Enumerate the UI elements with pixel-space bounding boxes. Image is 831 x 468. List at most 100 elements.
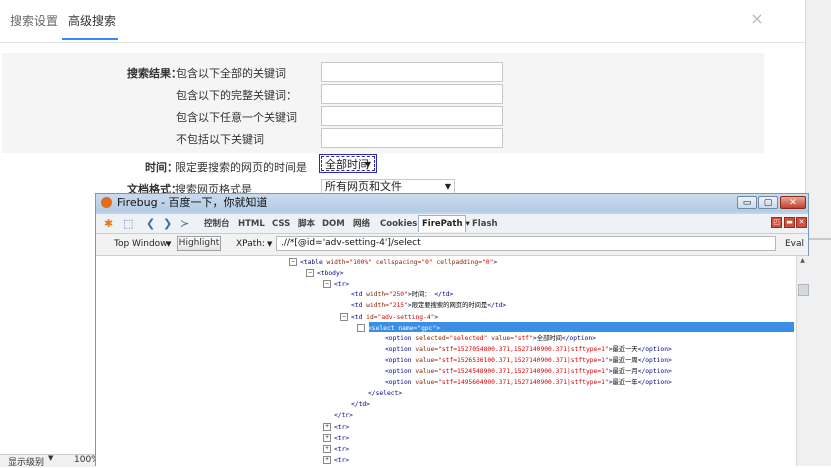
source-line[interactable]: + <tr> (323, 445, 349, 454)
source-token: <tr (334, 457, 346, 464)
minimize-button[interactable]: ▭ (737, 196, 757, 209)
source-line[interactable]: − <table width="100%" cellspacing="0" cel… (289, 258, 497, 267)
source-token: > (398, 390, 403, 397)
tab-net[interactable]: 网络 (353, 218, 370, 230)
source-token: width= (322, 259, 350, 266)
source-line[interactable]: + <tr> (323, 456, 349, 465)
source-token: > (345, 424, 350, 431)
tab-html[interactable]: HTML (238, 218, 265, 230)
chevron-down-icon: ▼ (444, 182, 451, 191)
source-line[interactable]: − <select name="gpc"> (357, 324, 440, 333)
source-token: "stf=1527054800.371,1527140900.371|stfty… (438, 346, 609, 353)
source-token: value= (411, 368, 439, 375)
close-icon[interactable]: × (749, 11, 765, 27)
source-line[interactable]: <option value="stf=1524548900.371,152714… (374, 368, 672, 377)
source-line[interactable]: <option value="stf=1495604900.371,152714… (374, 379, 672, 388)
source-line[interactable]: <option value="stf=1527054800.371,152714… (374, 346, 672, 355)
source-line[interactable]: </td> (340, 401, 370, 410)
tab-search-settings[interactable]: 搜索设置 (10, 10, 58, 40)
exclude-keywords-label: 不包括以下关键词 (176, 133, 264, 146)
eval-button[interactable]: Eval (785, 238, 804, 250)
back-icon[interactable]: ❮ (146, 217, 155, 230)
source-line[interactable]: <option value="stf=1526536100.371,152714… (374, 357, 672, 366)
source-token: </option (637, 368, 669, 375)
scroll-thumb[interactable] (798, 284, 809, 296)
expand-icon[interactable]: + (323, 445, 331, 453)
close-window-button[interactable]: ✕ (780, 196, 806, 209)
tab-css[interactable]: CSS (272, 218, 290, 230)
source-line[interactable]: </tr> (323, 412, 353, 421)
tab-console[interactable]: 控制台 (204, 218, 230, 230)
expand-icon[interactable]: + (323, 423, 331, 431)
tab-advanced-search[interactable]: 高级搜索 (68, 10, 116, 40)
highlight-button[interactable]: Highlight (177, 236, 221, 251)
source-line[interactable]: − <td id="adv-setting-4"> (340, 313, 438, 322)
top-window-select[interactable]: Top Window (114, 238, 168, 250)
firefox-icon (101, 197, 112, 208)
source-token: > (668, 379, 672, 386)
source-line[interactable]: <td width="215">限定要搜索的网页的时间是</td> (340, 302, 506, 311)
collapse-icon[interactable]: − (306, 269, 314, 277)
tab-firepath[interactable]: FirePath ▾ (422, 218, 470, 230)
xpath-input[interactable]: .//*[@id='adv-setting-4']/select (276, 236, 776, 251)
source-token: width= (362, 302, 389, 309)
any-keyword-label: 包含以下任意一个关键词 (176, 111, 297, 124)
vertical-scrollbar[interactable]: ▲ (796, 256, 809, 466)
collapse-icon[interactable]: − (357, 324, 365, 332)
expand-icon[interactable]: + (323, 434, 331, 442)
tab-cookies[interactable]: Cookies (380, 218, 417, 230)
expand-icon[interactable]: + (323, 456, 331, 464)
exclude-keywords-input[interactable] (321, 128, 503, 148)
source-token: 最近一月 (612, 368, 638, 375)
console-toggle-icon[interactable]: ≻ (180, 217, 189, 230)
source-token: 全部时间 (536, 335, 562, 342)
scroll-up-icon[interactable]: ▲ (798, 256, 807, 265)
all-keywords-input[interactable] (321, 62, 503, 82)
time-select[interactable]: 全部时间 ▼ (319, 154, 377, 173)
source-token: > (366, 401, 370, 408)
source-token: <option (385, 357, 412, 364)
source-token: selected= (411, 335, 450, 342)
collapse-icon[interactable]: − (340, 313, 348, 321)
source-line[interactable]: </select> (357, 390, 402, 399)
source-line[interactable]: + <tr> (323, 423, 349, 432)
maximize-button[interactable]: ▢ (758, 196, 778, 209)
detach-icon[interactable]: ◰ (771, 217, 782, 228)
collapse-icon[interactable]: − (323, 280, 331, 288)
forward-icon[interactable]: ❯ (163, 217, 172, 230)
source-line[interactable]: <td width="250">时间： </td> (340, 291, 453, 300)
firebug-titlebar[interactable]: Firebug - 百度一下，你就知道 ▭ ▢ ✕ (96, 194, 808, 212)
source-token: <tr (334, 446, 346, 453)
all-keywords-label: 包含以下全部的关键词 (176, 67, 286, 80)
format-select[interactable]: 所有网页和文件 ▼ (321, 179, 455, 194)
close-panel-icon[interactable]: ✕ (796, 217, 807, 228)
tab-script[interactable]: 脚本 (298, 218, 315, 230)
source-token: <option (385, 346, 412, 353)
exact-phrase-input[interactable] (321, 84, 503, 104)
any-keyword-input[interactable] (321, 106, 503, 126)
source-token: > (668, 346, 672, 353)
html-source-panel: − <table width="100%" cellspacing="0" cel… (96, 256, 796, 466)
firebug-icon[interactable]: ✱ (104, 217, 113, 230)
minimize-panel-icon[interactable]: ▬ (784, 217, 795, 228)
time-select-value: 全部时间 (325, 158, 369, 171)
source-token: </td (487, 302, 503, 309)
tab-flash[interactable]: Flash (472, 218, 498, 230)
source-token: <td (351, 314, 363, 321)
source-token: "selected" (449, 335, 488, 342)
source-line[interactable]: <option selected="selected" value="stf" >… (374, 335, 596, 344)
source-token: <td (351, 302, 363, 309)
source-token: id= (362, 314, 378, 321)
collapse-icon[interactable]: − (289, 258, 297, 266)
tab-dom[interactable]: DOM (322, 218, 345, 230)
status-display-level[interactable]: 显示级别 (8, 455, 44, 468)
source-token: </option (637, 379, 669, 386)
source-line[interactable]: + <tr> (323, 434, 349, 443)
source-token: 最近一天 (612, 346, 638, 353)
source-token: <option (385, 379, 412, 386)
source-line[interactable]: − <tr> (323, 280, 349, 289)
xpath-label[interactable]: XPath: (236, 238, 265, 250)
inspect-icon[interactable]: ⬚ (123, 217, 133, 230)
source-line[interactable]: − <tbody> (306, 269, 344, 278)
time-label: 限定要搜索的网页的时间是 (175, 161, 307, 174)
